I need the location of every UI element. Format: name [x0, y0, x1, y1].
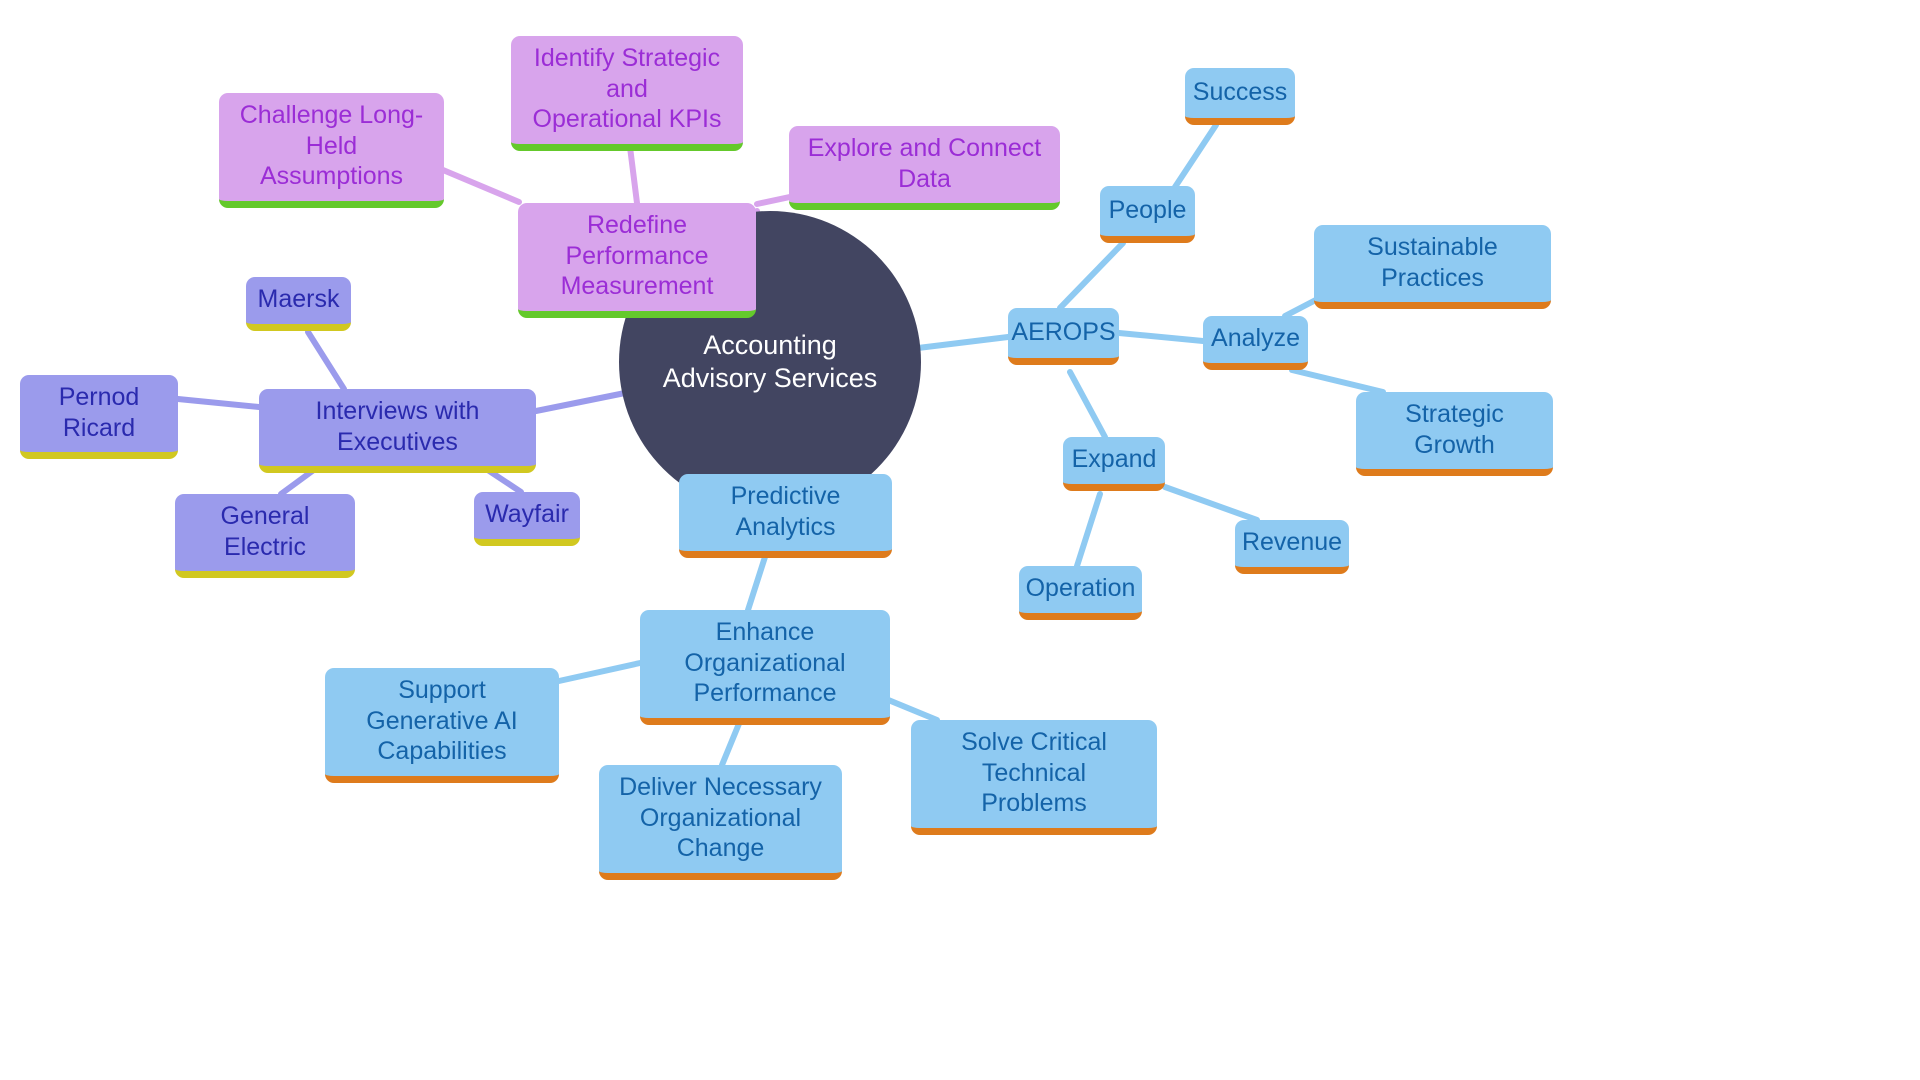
node-identify-kpis[interactable]: Identify Strategic and Operational KPIs: [511, 36, 743, 151]
mindmap-canvas: Accounting Advisory Services Identify Str…: [0, 0, 1920, 1080]
node-people[interactable]: People: [1100, 186, 1195, 243]
node-challenge[interactable]: Challenge Long-Held Assumptions: [219, 93, 444, 208]
node-support-ai[interactable]: Support Generative AI Capabilities: [325, 668, 559, 783]
node-enhance[interactable]: Enhance Organizational Performance: [640, 610, 890, 725]
node-strategic-growth[interactable]: Strategic Growth: [1356, 392, 1553, 476]
node-maersk[interactable]: Maersk: [246, 277, 351, 331]
node-analyze[interactable]: Analyze: [1203, 316, 1308, 370]
node-deliver-change[interactable]: Deliver Necessary Organizational Change: [599, 765, 842, 880]
node-solve-tech[interactable]: Solve Critical Technical Problems: [911, 720, 1157, 835]
node-interviews[interactable]: Interviews with Executives: [259, 389, 536, 473]
node-wayfair[interactable]: Wayfair: [474, 492, 580, 546]
node-expand[interactable]: Expand: [1063, 437, 1165, 491]
node-predictive[interactable]: Predictive Analytics: [679, 474, 892, 558]
node-aerops[interactable]: AEROPS: [1008, 308, 1119, 365]
node-layer: Accounting Advisory Services Identify Str…: [0, 0, 1920, 1080]
node-explore[interactable]: Explore and Connect Data: [789, 126, 1060, 210]
node-success[interactable]: Success: [1185, 68, 1295, 125]
node-redefine[interactable]: Redefine Performance Measurement: [518, 203, 756, 318]
node-general-electric[interactable]: General Electric: [175, 494, 355, 578]
node-revenue[interactable]: Revenue: [1235, 520, 1349, 574]
node-pernod[interactable]: Pernod Ricard: [20, 375, 178, 459]
node-operation[interactable]: Operation: [1019, 566, 1142, 620]
node-sustainable[interactable]: Sustainable Practices: [1314, 225, 1551, 309]
